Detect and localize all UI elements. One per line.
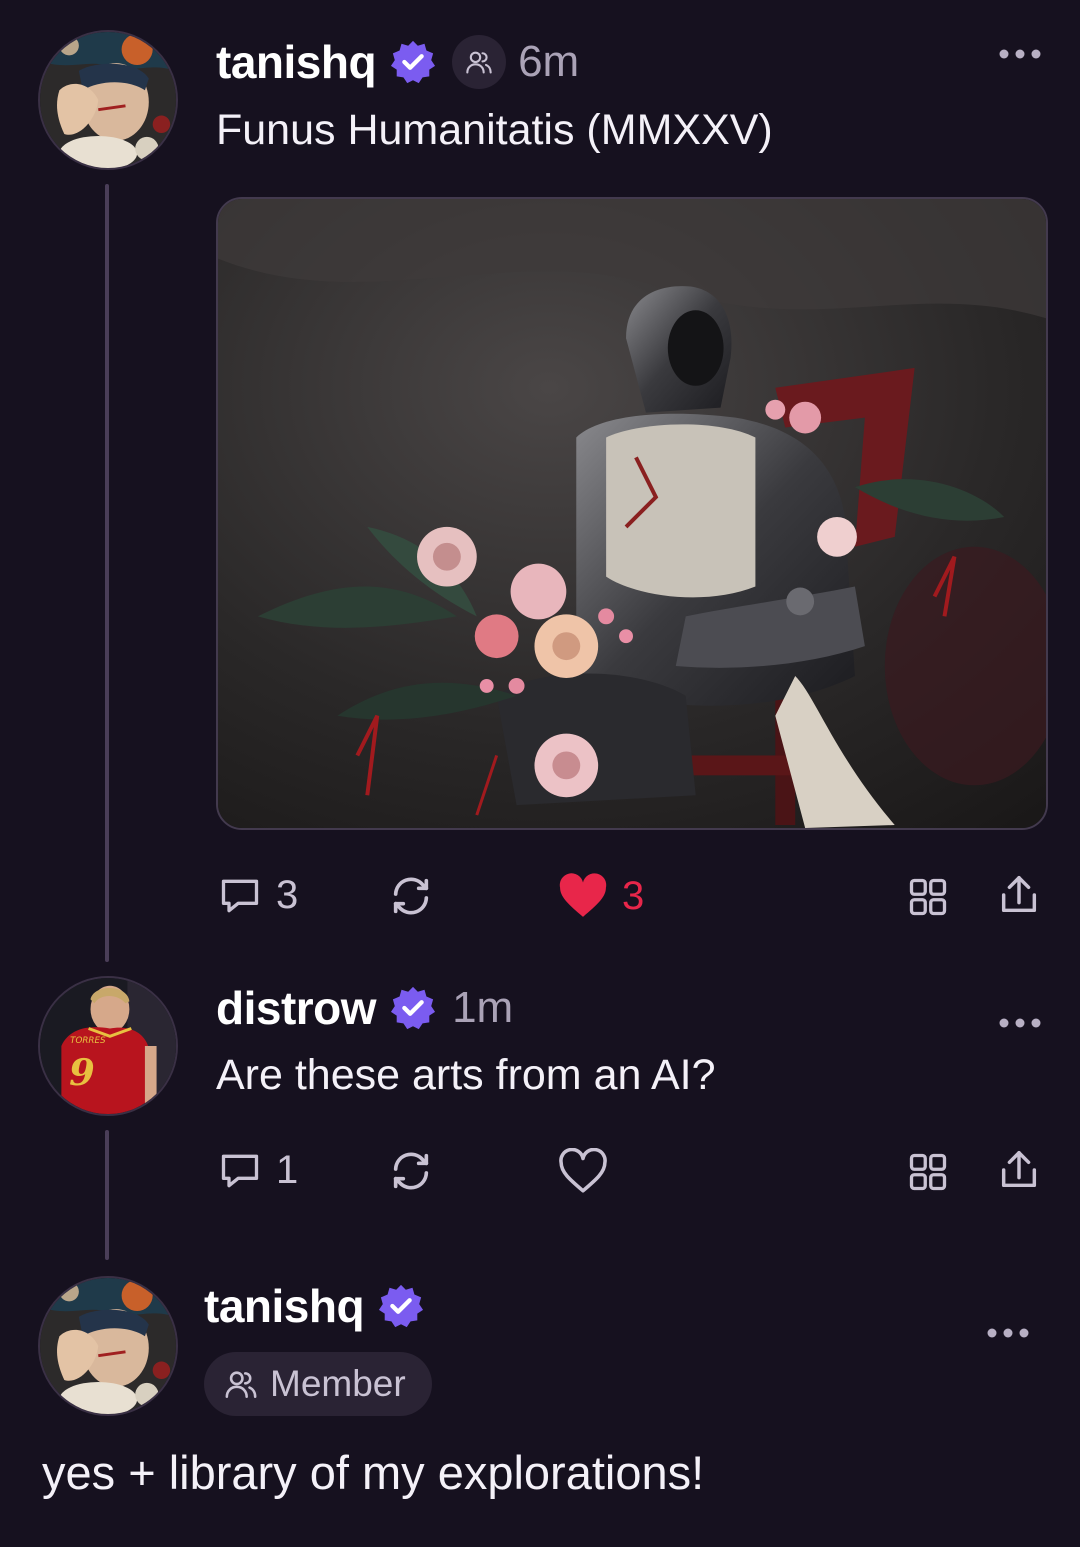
- repost-button[interactable]: [388, 873, 434, 919]
- comment-icon: [221, 879, 259, 912]
- grid-button[interactable]: [906, 875, 950, 919]
- post-text: Are these arts from an AI?: [216, 1051, 716, 1099]
- username[interactable]: tanishq: [216, 35, 377, 89]
- people-icon: [225, 1371, 257, 1399]
- thread: tanishq 6m Funus Humanitatis (MMXXV) 3 3…: [0, 0, 1080, 1547]
- grid-icon: [909, 878, 947, 916]
- grid-icon: [909, 1153, 947, 1191]
- post-header: distrow 1m: [216, 978, 513, 1038]
- post-header: tanishq: [204, 1276, 424, 1336]
- avatar-tanishq[interactable]: [38, 1276, 178, 1416]
- reply-text: yes + library of my explorations!: [42, 1446, 705, 1499]
- member-badge[interactable]: Member: [204, 1352, 432, 1416]
- share-icon: [1001, 876, 1037, 913]
- share-button[interactable]: [996, 871, 1042, 919]
- like-button[interactable]: [558, 1148, 608, 1194]
- jersey-number: 9: [69, 1050, 95, 1094]
- avatar-image: [40, 32, 176, 168]
- avatar-tanishq[interactable]: [38, 30, 178, 170]
- username[interactable]: distrow: [216, 981, 377, 1035]
- username[interactable]: tanishq: [204, 1279, 365, 1333]
- avatar-distrow[interactable]: TORRES 9: [38, 976, 178, 1116]
- repost-icon: [393, 1152, 429, 1190]
- more-options-icon[interactable]: [998, 1016, 1042, 1030]
- avatar-image: TORRES 9: [40, 978, 176, 1114]
- reply-button[interactable]: 3: [218, 873, 298, 918]
- grid-button[interactable]: [906, 1150, 950, 1194]
- avatar-image: [40, 1278, 176, 1414]
- repost-button[interactable]: [388, 1148, 434, 1194]
- like-count: 3: [622, 873, 645, 918]
- heart-outline-icon: [559, 1148, 607, 1193]
- timestamp: 6m: [518, 37, 580, 86]
- verified-badge-icon: [390, 985, 436, 1031]
- reply-button[interactable]: 1: [218, 1148, 298, 1193]
- more-options-icon[interactable]: [986, 1326, 1030, 1340]
- thread-connector: [105, 184, 109, 962]
- like-button[interactable]: 3: [558, 873, 644, 919]
- share-icon: [1001, 1151, 1037, 1188]
- verified-badge-icon: [390, 39, 436, 85]
- thread-connector: [105, 1130, 109, 1260]
- jersey-text: TORRES: [70, 1036, 106, 1046]
- repost-icon: [393, 877, 429, 915]
- member-label: Member: [270, 1363, 406, 1404]
- timestamp: 1m: [452, 983, 514, 1032]
- post-image[interactable]: [216, 197, 1048, 830]
- heart-filled-icon: [559, 873, 607, 917]
- post-text: Funus Humanitatis (MMXXV): [216, 106, 773, 154]
- post-header: tanishq 6m: [216, 32, 579, 92]
- verified-badge-icon: [378, 1283, 424, 1329]
- reply-count: 1: [276, 1148, 299, 1192]
- people-icon[interactable]: [452, 35, 507, 89]
- more-options-icon[interactable]: [998, 47, 1042, 61]
- reply-count: 3: [276, 873, 299, 917]
- comment-icon: [221, 1154, 259, 1187]
- share-button[interactable]: [996, 1146, 1042, 1194]
